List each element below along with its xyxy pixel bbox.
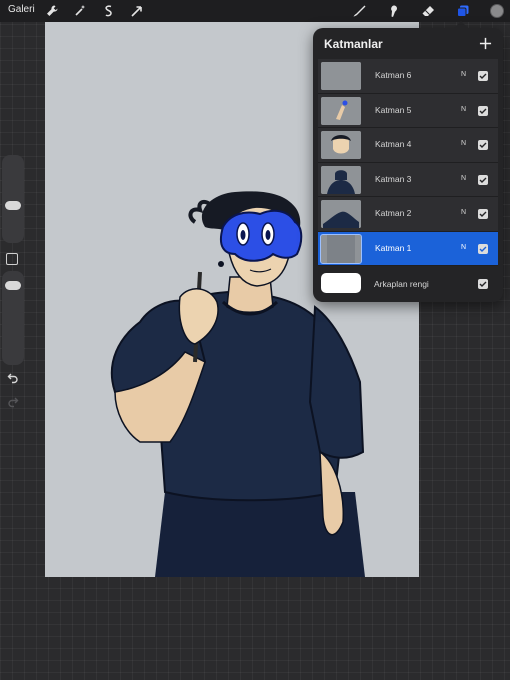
brush-size-thumb[interactable] <box>5 201 21 210</box>
layer-row[interactable]: Katman 2 N <box>318 197 498 232</box>
checkmark-icon <box>479 73 487 79</box>
layer-row[interactable]: Katman 6 N <box>318 59 498 94</box>
layer-row[interactable]: Katman 5 N <box>318 93 498 128</box>
top-toolbar: Galeri <box>0 0 510 22</box>
layer-row[interactable]: Katman 4 N <box>318 128 498 163</box>
layer-thumbnail <box>321 131 361 159</box>
layer-thumbnail <box>321 62 361 90</box>
layer-row-selected[interactable]: Katman 1 N <box>318 231 498 266</box>
checkmark-icon <box>479 211 487 217</box>
checkmark-icon <box>479 281 487 287</box>
gallery-button[interactable]: Galeri <box>8 4 35 15</box>
layer-thumbnail <box>321 96 361 125</box>
layer-blend-mode[interactable]: N <box>461 209 466 216</box>
transform-arrow-icon[interactable] <box>129 3 145 19</box>
opacity-thumb[interactable] <box>5 281 21 290</box>
layer-blend-mode[interactable]: N <box>461 71 466 78</box>
modify-square-icon[interactable] <box>6 253 18 265</box>
layer-name: Katman 1 <box>375 242 412 253</box>
layer-name: Katman 3 <box>375 173 412 184</box>
layers-panel-title: Katmanlar <box>324 37 383 51</box>
background-color-swatch[interactable] <box>321 273 361 293</box>
layer-name: Katman 4 <box>375 139 412 149</box>
layer-blend-mode[interactable]: N <box>461 244 466 251</box>
layer-thumbnail <box>321 200 361 228</box>
layer-blend-mode[interactable]: N <box>461 175 466 182</box>
layer-list: Katman 6 N Katman 5 N Katman 4 N Katman … <box>318 59 498 266</box>
layer-thumbnail <box>321 165 361 194</box>
layer-blend-mode[interactable]: N <box>461 140 466 147</box>
current-color-swatch[interactable] <box>490 4 504 18</box>
plus-icon <box>479 37 491 49</box>
layer-name: Katman 6 <box>375 70 412 80</box>
checkmark-icon <box>479 177 487 183</box>
layer-row[interactable]: Katman 3 N <box>318 162 498 197</box>
magic-wand-icon[interactable] <box>72 3 88 19</box>
checkmark-icon <box>479 108 487 114</box>
checkmark-icon <box>479 246 487 252</box>
brush-size-slider[interactable] <box>2 155 24 243</box>
layer-visibility-checkbox[interactable] <box>478 209 488 219</box>
background-color-label: Arkaplan rengi <box>374 279 429 289</box>
layer-visibility-checkbox[interactable] <box>478 140 488 150</box>
layers-icon[interactable] <box>455 3 471 19</box>
layers-panel: Katmanlar Katman 6 N Katman 5 N Katman 4… <box>313 21 503 302</box>
layer-visibility-checkbox[interactable] <box>478 71 488 81</box>
checkmark-icon <box>479 142 487 148</box>
background-color-row[interactable]: Arkaplan rengi <box>318 269 498 297</box>
add-layer-button[interactable] <box>477 35 493 51</box>
wrench-icon[interactable] <box>44 3 60 19</box>
layer-blend-mode[interactable]: N <box>461 106 466 113</box>
background-visibility-checkbox[interactable] <box>478 279 488 289</box>
layer-visibility-checkbox[interactable] <box>478 243 488 254</box>
layer-name: Katman 2 <box>375 208 412 218</box>
layer-visibility-checkbox[interactable] <box>478 174 488 185</box>
redo-icon[interactable] <box>5 395 21 409</box>
layer-name: Katman 5 <box>375 104 412 115</box>
layer-visibility-checkbox[interactable] <box>478 105 488 116</box>
eraser-icon[interactable] <box>420 3 436 19</box>
layer-thumbnail <box>320 233 362 264</box>
brush-icon[interactable] <box>351 3 367 19</box>
smudge-icon[interactable] <box>385 3 401 19</box>
undo-icon[interactable] <box>5 371 21 385</box>
opacity-slider[interactable] <box>2 271 24 365</box>
left-sidebar <box>0 155 26 415</box>
selection-icon[interactable] <box>101 3 117 19</box>
